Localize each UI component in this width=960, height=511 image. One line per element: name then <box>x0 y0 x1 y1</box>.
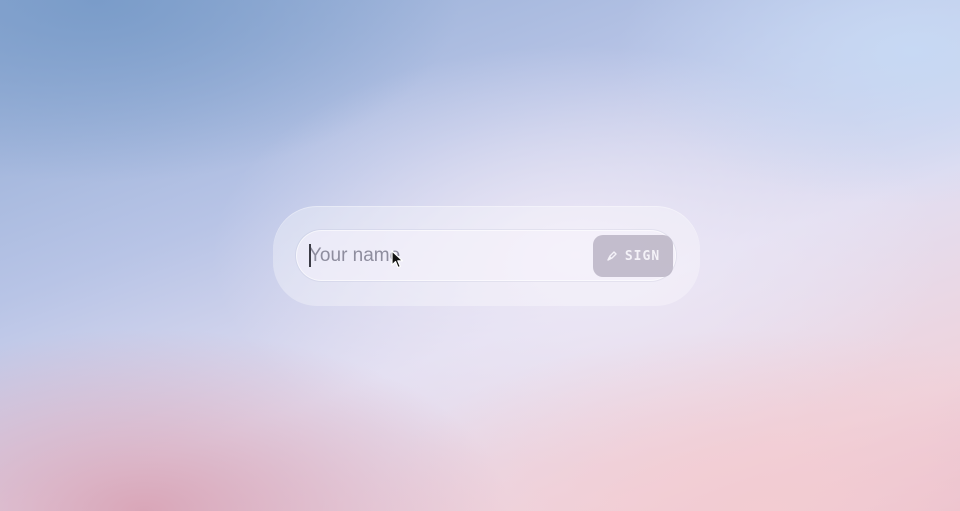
signature-panel: SIGN <box>273 206 700 306</box>
name-input[interactable] <box>309 231 579 280</box>
pen-nib-icon <box>606 250 618 262</box>
mouse-cursor-icon <box>391 250 404 269</box>
signature-form: SIGN <box>296 230 676 281</box>
sign-button-label: SIGN <box>624 248 661 264</box>
sign-button[interactable]: SIGN <box>593 235 673 277</box>
text-caret <box>309 244 311 267</box>
